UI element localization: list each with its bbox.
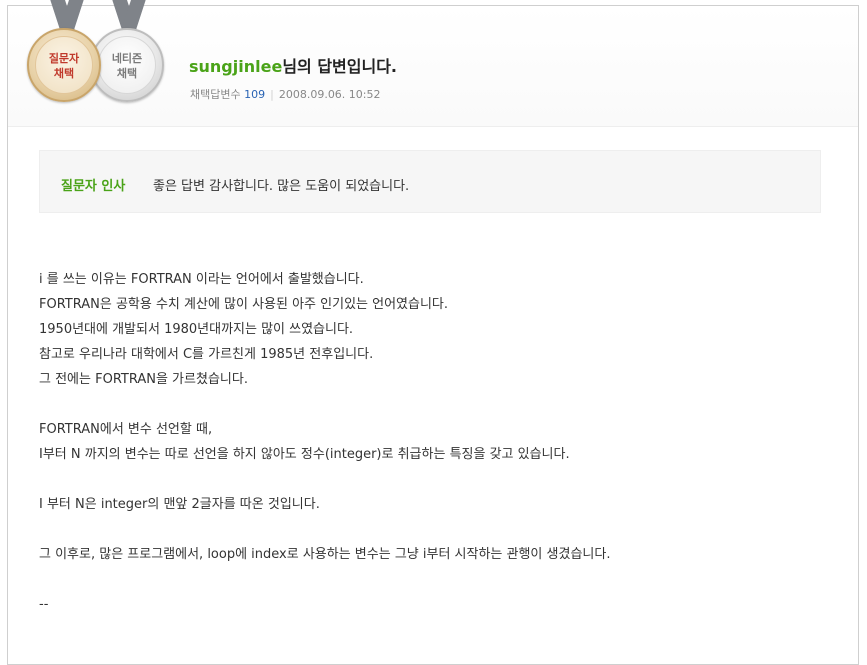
- body-line: FORTRAN에서 변수 선언할 때,: [39, 422, 213, 437]
- greeting-label: 질문자 인사: [61, 179, 126, 194]
- questioner-greeting-box: 질문자 인사 좋은 답변 감사합니다. 많은 도움이 되었습니다.: [39, 150, 821, 213]
- answer-meta: 채택답변수 109 | 2008.09.06. 10:52: [190, 86, 381, 102]
- questioner-medal-line2: 채택: [53, 67, 75, 80]
- body-line: 그 이후로, 많은 프로그램에서, loop에 index로 사용하는 변수는 …: [39, 547, 611, 562]
- answer-title-suffix: 님의 답변입니다.: [282, 57, 398, 76]
- adopted-count-label: 채택답변수: [190, 88, 241, 101]
- questioner-medal-label: 질문자 채택: [35, 36, 93, 94]
- answer-date: 2008.09.06. 10:52: [278, 88, 381, 101]
- netizen-medal-label: 네티즌 채택: [98, 36, 156, 94]
- greeting-text: 좋은 답변 감사합니다. 많은 도움이 되었습니다.: [153, 179, 410, 194]
- body-line: 참고로 우리나라 대학에서 C를 가르친게 1985년 전후입니다.: [39, 347, 374, 362]
- body-line: I 부터 N은 integer의 맨앞 2글자를 따온 것입니다.: [39, 497, 320, 512]
- answer-header: 질문자 채택 네티즌 채택 sungjinlee님의 답변입니다. 채택답변수 …: [8, 0, 858, 127]
- adopted-count-value: 109: [244, 88, 266, 101]
- body-line: i 를 쓰는 이유는 FORTRAN 이라는 언어에서 출발했습니다.: [39, 272, 364, 287]
- body-line: 1950년대에 개발되서 1980년대까지는 많이 쓰였습니다.: [39, 322, 354, 337]
- body-line: 그 전에는 FORTRAN을 가르쳤습니다.: [39, 372, 248, 387]
- body-line: I부터 N 까지의 변수는 따로 선언을 하지 않아도 정수(integer)로…: [39, 447, 570, 462]
- answer-card: 질문자 채택 네티즌 채택 sungjinlee님의 답변입니다. 채택답변수 …: [7, 0, 859, 665]
- body-line: --: [39, 597, 49, 612]
- answerer-username-link[interactable]: sungjinlee: [189, 57, 282, 76]
- answer-body: i 를 쓰는 이유는 FORTRAN 이라는 언어에서 출발했습니다. FORT…: [39, 267, 839, 617]
- answer-title: sungjinlee님의 답변입니다.: [189, 53, 397, 77]
- questioner-adopted-medal-icon: 질문자 채택: [27, 28, 101, 102]
- netizen-medal-line1: 네티즌: [111, 52, 143, 65]
- body-line: FORTRAN은 공학용 수치 계산에 많이 사용된 아주 인기있는 언어였습니…: [39, 297, 449, 312]
- meta-divider: |: [270, 88, 274, 101]
- netizen-medal-line2: 채택: [116, 67, 138, 80]
- questioner-medal-line1: 질문자: [48, 52, 80, 65]
- netizen-adopted-medal-icon: 네티즌 채택: [90, 28, 164, 102]
